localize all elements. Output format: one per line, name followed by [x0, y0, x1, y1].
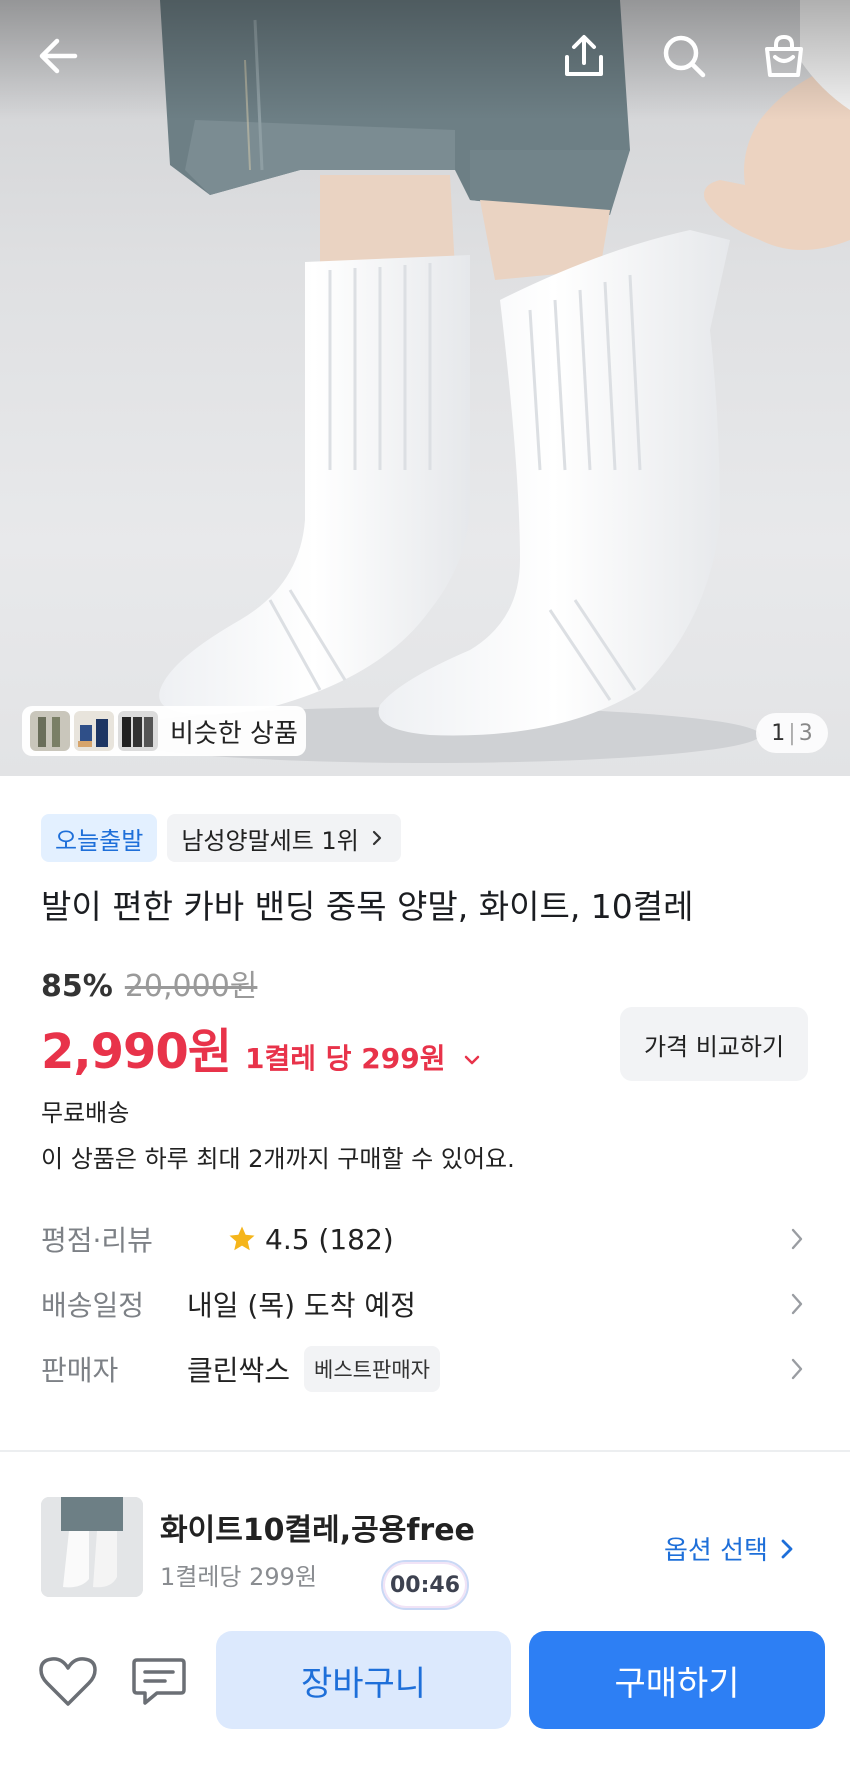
similar-thumb-2: [74, 711, 114, 751]
wishlist-button[interactable]: [38, 1652, 98, 1712]
back-arrow-icon: [39, 38, 78, 74]
discount-row: 85% 20,000원: [41, 961, 257, 1005]
option-unit-price: 1켤레당 299원: [160, 1563, 318, 1591]
chevron-right-icon: [781, 1539, 793, 1558]
option-thumbnail-image: [41, 1497, 143, 1597]
chevron-right-icon: [791, 1358, 803, 1380]
price-compare-button[interactable]: 가격 비교하기: [620, 1007, 808, 1081]
image-counter-current: 1: [771, 720, 786, 746]
today-ship-badge: 오늘출발: [41, 814, 158, 862]
price-row: 2,990원 1켤레 당 299원: [41, 1012, 483, 1082]
shopping-bag-icon: [765, 34, 803, 77]
option-thumbnail: [41, 1497, 143, 1597]
search-button[interactable]: [650, 22, 718, 90]
category-rank-label: 남성양말세트 1위: [181, 826, 359, 855]
best-seller-badge: 베스트판매자: [304, 1346, 440, 1392]
image-counter: 1 | 3: [756, 713, 828, 753]
option-select-label: 옵션 선택: [664, 1536, 768, 1566]
timer-badge: 00:46: [381, 1560, 469, 1610]
seller-label: 판매자: [41, 1354, 119, 1387]
category-rank-badge[interactable]: 남성양말세트 1위: [167, 814, 401, 862]
delivery-label: 배송일정: [41, 1289, 145, 1322]
buy-now-button[interactable]: 구매하기: [529, 1631, 825, 1729]
similar-products-label: 비슷한 상품: [170, 718, 298, 749]
seller-name: 클린싹스: [187, 1354, 291, 1387]
add-to-cart-button[interactable]: 장바구니: [216, 1631, 511, 1729]
star-icon: [229, 1226, 255, 1251]
image-counter-separator: |: [788, 720, 796, 746]
heart-icon: [39, 1657, 97, 1706]
delivery-value: 내일 (목) 도착 예정: [187, 1289, 416, 1322]
rating-review-row[interactable]: 평점·리뷰 4.5 (182): [41, 1209, 809, 1269]
option-select-button[interactable]: 옵션 선택: [664, 1530, 798, 1567]
similar-thumb-1: [30, 711, 70, 751]
back-button[interactable]: [24, 22, 92, 90]
purchase-limit-note: 이 상품은 하루 최대 2개까지 구매할 수 있어요.: [41, 1145, 515, 1173]
rating-label: 평점·리뷰: [41, 1224, 153, 1257]
unit-price-label: 1켤레 당 299원: [245, 1042, 446, 1075]
share-icon: [565, 35, 603, 76]
chevron-right-icon: [791, 1228, 803, 1250]
search-icon: [663, 35, 706, 78]
delivery-row[interactable]: 배송일정 내일 (목) 도착 예정: [41, 1274, 809, 1334]
cart-top-button[interactable]: [750, 22, 818, 90]
product-badges: 오늘출발 남성양말세트 1위: [41, 814, 401, 862]
sale-price: 2,990원: [41, 1024, 232, 1080]
unit-price-toggle[interactable]: 1켤레 당 299원: [245, 1037, 483, 1077]
product-photo: [0, 0, 850, 763]
similar-products-button[interactable]: 비슷한 상품: [22, 706, 306, 756]
share-button[interactable]: [550, 22, 618, 90]
inquiry-button[interactable]: [129, 1652, 189, 1712]
discount-percent: 85%: [41, 969, 113, 1004]
section-divider: [0, 1450, 850, 1452]
product-image-carousel[interactable]: 비슷한 상품 1 | 3: [0, 0, 850, 776]
similar-thumb-3: [118, 711, 158, 751]
original-price: 20,000원: [124, 969, 258, 1004]
image-counter-total: 3: [798, 720, 813, 746]
seller-row[interactable]: 판매자 클린싹스 베스트판매자: [41, 1339, 809, 1399]
chevron-right-icon: [372, 830, 381, 846]
free-shipping-label: 무료배송: [41, 1099, 130, 1127]
chevron-right-icon: [791, 1293, 803, 1315]
chat-bubble-icon: [132, 1658, 186, 1705]
rating-value: 4.5 (182): [265, 1222, 394, 1256]
option-name: 화이트10켤레,공용free: [160, 1513, 475, 1548]
chevron-down-icon: [464, 1055, 480, 1065]
product-title: 발이 편한 카바 밴딩 중목 양말, 화이트, 10켤레: [41, 887, 694, 926]
